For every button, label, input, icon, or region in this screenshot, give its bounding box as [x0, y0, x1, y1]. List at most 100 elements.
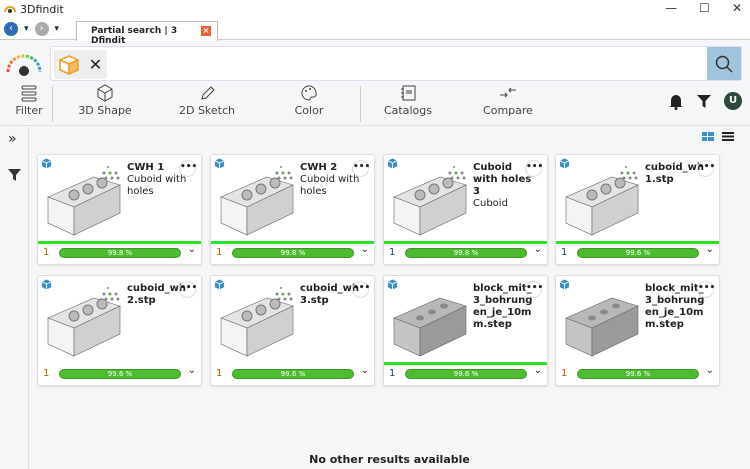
result-card[interactable]: cuboid_wh 1.stp ••• 1 99.6 % ⌄ — [555, 154, 720, 265]
rank-number: 1 — [389, 247, 396, 258]
filter-funnel-icon[interactable] — [696, 93, 712, 109]
match-score-bar: 99.6 % — [577, 369, 699, 379]
3d-shape-button[interactable]: 3D Shape — [70, 84, 140, 117]
2d-sketch-label: 2D Sketch — [178, 104, 236, 117]
match-score-bar: 99.8 % — [59, 248, 181, 258]
back-icon[interactable]: ‹ — [4, 22, 18, 36]
best-match-indicator — [384, 362, 547, 365]
catalogs-button[interactable]: Catalogs — [380, 84, 436, 117]
forward-icon[interactable]: › — [34, 22, 49, 36]
2d-sketch-button[interactable]: 2D Sketch — [172, 84, 242, 117]
title-bar: 3Dfindit — ☐ ✕ — [0, 0, 750, 20]
chevron-down-icon[interactable]: ⌄ — [534, 244, 542, 255]
result-card[interactable]: CWH 2 Cuboid with holes ••• 1 99.8 % ⌄ — [210, 154, 375, 265]
rank-number: 1 — [216, 368, 223, 379]
more-options-button[interactable]: ••• — [179, 160, 197, 177]
minimize-button[interactable]: — — [665, 1, 677, 15]
more-options-button[interactable]: ••• — [179, 281, 197, 298]
more-options-button[interactable]: ••• — [525, 281, 543, 298]
rank-number: 1 — [43, 368, 50, 379]
no-more-results: No other results available — [309, 453, 470, 466]
part-preview — [393, 166, 467, 236]
chevron-down-icon[interactable]: ⌄ — [188, 244, 196, 255]
rank-number: 1 — [389, 368, 396, 379]
maximize-button[interactable]: ☐ — [699, 1, 710, 15]
chevron-down-icon[interactable]: ⌄ — [188, 365, 196, 376]
best-match-indicator — [211, 241, 374, 244]
part-preview — [220, 287, 294, 357]
result-card[interactable]: block_mit_ 3_bohrung en_je_10m m.step ••… — [555, 275, 720, 386]
filter-button[interactable]: Filter — [14, 84, 44, 117]
part-preview — [47, 166, 121, 236]
best-match-indicator — [38, 241, 201, 244]
bell-icon[interactable] — [668, 92, 684, 110]
part-preview — [47, 287, 121, 357]
color-button[interactable]: Color — [284, 84, 334, 117]
match-score-bar: 99.6 % — [405, 369, 527, 379]
list-view-icon[interactable] — [722, 132, 734, 141]
compare-arrows-icon — [500, 87, 516, 98]
chevron-down-icon[interactable]: ⌄ — [534, 365, 542, 376]
match-score-bar: 99.6 % — [577, 248, 699, 258]
chevron-down-icon[interactable]: ⌄ — [361, 365, 369, 376]
result-card[interactable]: CWH 1 Cuboid with holes ••• 1 99.8 % ⌄ — [37, 154, 202, 265]
result-title[interactable]: cuboid_wh 3.stp — [300, 283, 360, 307]
chevron-down-icon[interactable]: ⌄ — [706, 244, 714, 255]
result-title[interactable]: cuboid_wh 1.stp — [645, 162, 705, 186]
sliders-icon — [21, 85, 37, 102]
match-score-bar: 99.8 % — [232, 248, 354, 258]
part-preview — [220, 166, 294, 236]
forward-dropdown-icon[interactable]: ▾ — [55, 24, 60, 34]
search-icon — [715, 55, 733, 73]
result-title[interactable]: block_mit_ 3_bohrung en_je_10m m.step — [473, 283, 533, 331]
back-dropdown-icon[interactable]: ▾ — [24, 24, 29, 34]
more-options-button[interactable]: ••• — [697, 281, 715, 298]
part-preview — [565, 297, 639, 357]
remove-chip-icon[interactable]: ✕ — [84, 50, 107, 79]
sidebar: » — [0, 127, 29, 469]
search-input[interactable]: ✕ — [50, 46, 742, 81]
tab-bar: ‹ ▾ › ▾ Partial search | 3 Dfindit × — [0, 20, 750, 46]
result-card[interactable]: block_mit_ 3_bohrung en_je_10m m.step ••… — [383, 275, 548, 386]
result-card[interactable]: Cuboid with holes 3 Cuboid ••• 1 99.8 % ⌄ — [383, 154, 548, 265]
rank-number: 1 — [561, 247, 568, 258]
tab-label: Partial search | 3 Dfindit — [91, 26, 178, 46]
grid-view-icon[interactable] — [702, 132, 714, 141]
catalog-icon — [401, 85, 416, 101]
result-title[interactable]: Cuboid with holes 3 Cuboid — [473, 162, 533, 210]
result-card[interactable]: cuboid_wh 2.stp ••• 1 99.6 % ⌄ — [37, 275, 202, 386]
result-title[interactable]: block_mit_ 3_bohrung en_je_10m m.step — [645, 283, 705, 331]
expand-sidebar-icon[interactable]: » — [8, 131, 17, 147]
compare-button[interactable]: Compare — [478, 84, 538, 117]
more-options-button[interactable]: ••• — [697, 160, 715, 177]
window-title: 3Dfindit — [20, 3, 64, 16]
part-preview — [565, 166, 639, 236]
tab-close-icon[interactable]: × — [201, 26, 211, 36]
filter-label: Filter — [15, 104, 43, 117]
compare-label: Compare — [483, 104, 533, 117]
more-options-button[interactable]: ••• — [525, 160, 543, 177]
shape-search-chip: ✕ — [54, 50, 107, 79]
result-title[interactable]: CWH 2 Cuboid with holes — [300, 162, 360, 198]
avatar[interactable]: U — [724, 92, 742, 110]
rank-number: 1 — [561, 368, 568, 379]
more-options-button[interactable]: ••• — [352, 160, 370, 177]
close-button[interactable]: ✕ — [732, 1, 742, 15]
filter-funnel-icon[interactable] — [7, 167, 22, 182]
toolbar: Filter 3D Shape 2D Sketch Color Catalogs… — [0, 84, 750, 126]
match-score-bar: 99.6 % — [59, 369, 181, 379]
result-title[interactable]: CWH 1 Cuboid with holes — [127, 162, 187, 198]
result-card[interactable]: cuboid_wh 3.stp ••• 1 99.6 % ⌄ — [210, 275, 375, 386]
app-logo-icon — [4, 6, 16, 13]
more-options-button[interactable]: ••• — [352, 281, 370, 298]
color-label: Color — [294, 104, 324, 117]
search-button[interactable] — [707, 47, 741, 80]
chevron-down-icon[interactable]: ⌄ — [706, 365, 714, 376]
gauge-icon — [6, 54, 42, 76]
tab-partial-search[interactable]: Partial search | 3 Dfindit × — [76, 21, 218, 46]
rank-number: 1 — [216, 247, 223, 258]
3d-shape-label: 3D Shape — [78, 104, 132, 117]
result-title[interactable]: cuboid_wh 2.stp — [127, 283, 187, 307]
best-match-indicator — [384, 241, 547, 244]
chevron-down-icon[interactable]: ⌄ — [361, 244, 369, 255]
